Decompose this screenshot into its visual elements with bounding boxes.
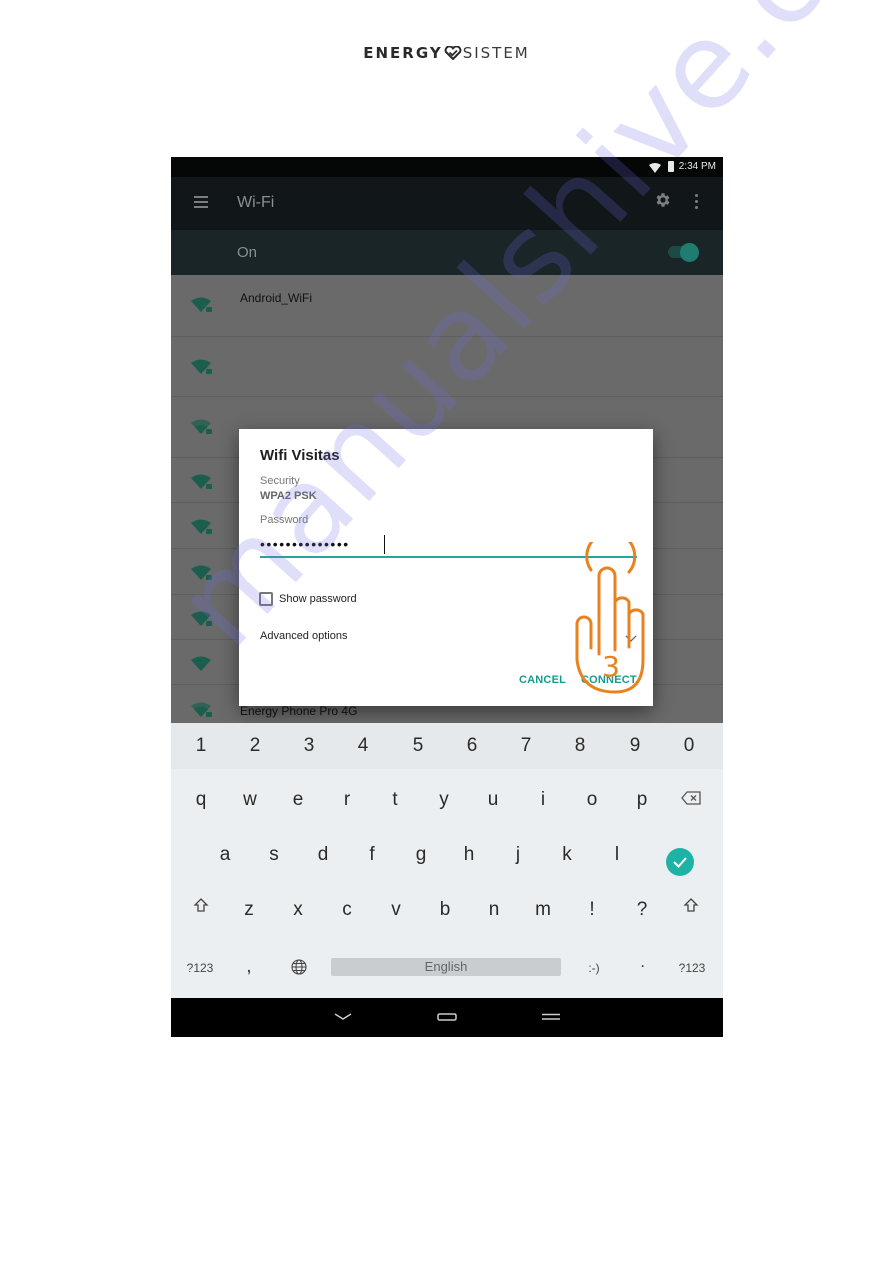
- security-label: Security: [260, 475, 300, 487]
- key-g[interactable]: g: [406, 844, 436, 866]
- shift-right-key[interactable]: [676, 897, 706, 919]
- status-time: 2:34 PM: [678, 161, 716, 172]
- page-title: Wi-Fi: [237, 194, 275, 211]
- dialog-title: Wifi Visitas: [260, 447, 340, 464]
- key-1[interactable]: 1: [186, 735, 216, 757]
- advanced-options-label: Advanced options: [260, 630, 348, 642]
- show-password-label: Show password: [279, 593, 357, 605]
- wifi-toggle-row[interactable]: On: [171, 230, 723, 275]
- key-?[interactable]: ?: [627, 899, 657, 921]
- password-label: Password: [260, 514, 309, 526]
- recents-icon[interactable]: [541, 1010, 561, 1028]
- wifi-toggle-label: On: [237, 244, 258, 261]
- globe-icon[interactable]: [284, 959, 314, 981]
- show-password-checkbox[interactable]: [259, 592, 273, 606]
- key-j[interactable]: j: [503, 844, 533, 866]
- network-name: Android_WiFi: [240, 291, 313, 305]
- key-7[interactable]: 7: [511, 735, 541, 757]
- key-t[interactable]: t: [380, 789, 410, 811]
- key-![interactable]: !: [577, 899, 607, 921]
- key-h[interactable]: h: [454, 844, 484, 866]
- period-key[interactable]: ·: [623, 959, 663, 973]
- gear-icon[interactable]: [654, 191, 672, 214]
- key-4[interactable]: 4: [348, 735, 378, 757]
- key-v[interactable]: v: [381, 899, 411, 921]
- wifi-lock-icon: [191, 474, 213, 495]
- key-b[interactable]: b: [430, 899, 460, 921]
- cancel-button[interactable]: CANCEL: [519, 674, 566, 686]
- key-o[interactable]: o: [577, 789, 607, 811]
- key-w[interactable]: w: [235, 789, 265, 811]
- emoticon-key[interactable]: :-): [574, 961, 614, 975]
- key-z[interactable]: z: [234, 899, 264, 921]
- wifi-lock-icon: [191, 702, 213, 723]
- key-3[interactable]: 3: [294, 735, 324, 757]
- tap-hand-annotation: 3: [571, 530, 661, 707]
- enter-key[interactable]: [666, 848, 694, 876]
- back-down-icon[interactable]: [333, 1010, 353, 1028]
- key-m[interactable]: m: [528, 899, 558, 921]
- key-f[interactable]: f: [357, 844, 387, 866]
- navigation-bar: [171, 998, 723, 1037]
- key-r[interactable]: r: [332, 789, 362, 811]
- battery-icon: [668, 161, 674, 172]
- wifi-lock-icon: [191, 297, 213, 318]
- brand-logo: ENERGY SISTEM: [0, 44, 893, 64]
- key-a[interactable]: a: [210, 844, 240, 866]
- brand-name-right: SISTEM: [462, 44, 530, 62]
- network-name: Energy Phone Pro 4G: [240, 704, 358, 718]
- key-6[interactable]: 6: [457, 735, 487, 757]
- app-bar: Wi-Fi: [171, 177, 723, 230]
- comma-key[interactable]: ,: [229, 959, 269, 975]
- key-n[interactable]: n: [479, 899, 509, 921]
- key-8[interactable]: 8: [565, 735, 595, 757]
- wifi-icon: [191, 656, 213, 677]
- key-l[interactable]: l: [602, 844, 632, 866]
- key-x[interactable]: x: [283, 899, 313, 921]
- key-p[interactable]: p: [627, 789, 657, 811]
- key-5[interactable]: 5: [403, 735, 433, 757]
- wifi-lock-icon: [191, 519, 213, 540]
- key-i[interactable]: i: [528, 789, 558, 811]
- key-k[interactable]: k: [552, 844, 582, 866]
- key-2[interactable]: 2: [240, 735, 270, 757]
- step-number: 3: [602, 650, 620, 683]
- backspace-key[interactable]: [676, 789, 706, 811]
- key-d[interactable]: d: [308, 844, 338, 866]
- wifi-lock-icon: [191, 611, 213, 632]
- text-caret: [384, 535, 385, 554]
- key-0[interactable]: 0: [674, 735, 704, 757]
- key-9[interactable]: 9: [620, 735, 650, 757]
- network-item[interactable]: Android_WiFi: [171, 275, 723, 337]
- symbols-right-key[interactable]: ?123: [672, 961, 712, 975]
- heart-check-icon: [444, 45, 462, 64]
- key-s[interactable]: s: [259, 844, 289, 866]
- spacebar[interactable]: English: [331, 958, 561, 976]
- device-screen: 2:34 PM Wi-Fi On Android_WiFi Energy Pho…: [171, 157, 723, 1037]
- key-u[interactable]: u: [478, 789, 508, 811]
- key-e[interactable]: e: [283, 789, 313, 811]
- key-c[interactable]: c: [332, 899, 362, 921]
- wifi-lock-icon: [191, 565, 213, 586]
- status-bar: 2:34 PM: [171, 157, 723, 177]
- more-vert-icon[interactable]: [695, 194, 699, 212]
- security-value: WPA2 PSK: [260, 490, 317, 502]
- soft-keyboard: 1 2 3 4 5 6 7 8 9 0 q w e r t y u i o p a s d f g h j k l z x c v b n m!? ?…: [171, 723, 723, 998]
- shift-left-key[interactable]: [186, 897, 216, 919]
- network-item[interactable]: [171, 337, 723, 397]
- key-q[interactable]: q: [186, 789, 216, 811]
- menu-icon[interactable]: [194, 196, 208, 208]
- brand-name-left: ENERGY: [363, 44, 443, 62]
- wifi-toggle-knob[interactable]: [680, 243, 699, 262]
- home-icon[interactable]: [437, 1010, 457, 1028]
- symbols-left-key[interactable]: ?123: [180, 961, 220, 975]
- key-y[interactable]: y: [429, 789, 459, 811]
- wifi-lock-icon: [191, 359, 213, 380]
- wifi-lock-icon: [191, 419, 213, 440]
